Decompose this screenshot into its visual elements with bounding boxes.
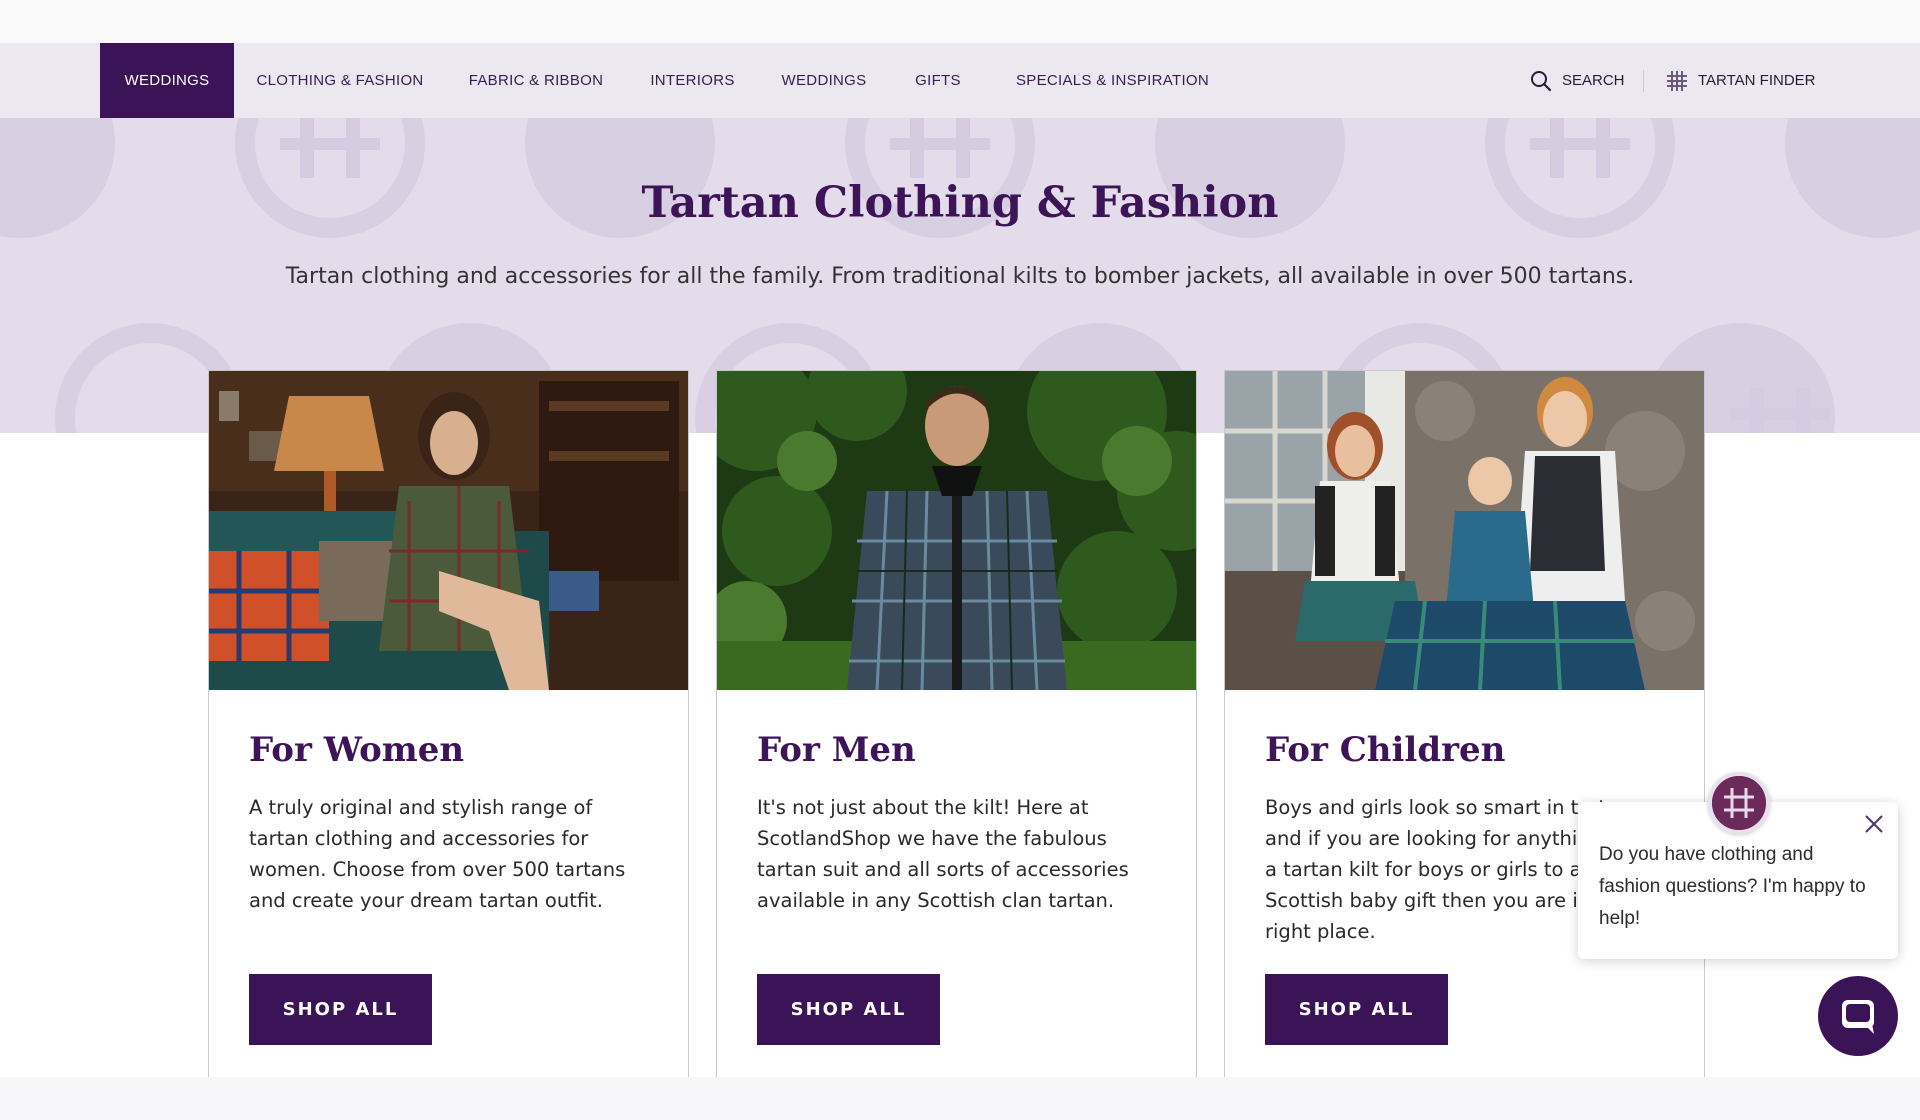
card-description: It's not just about the kilt! Here at Sc… xyxy=(757,796,1129,912)
tartan-finder-button[interactable]: TARTAN FINDER xyxy=(1666,43,1816,118)
chat-message: Do you have clothing and fashion questio… xyxy=(1599,844,1866,929)
search-icon xyxy=(1531,70,1552,91)
search-button[interactable]: SEARCH xyxy=(1530,43,1625,118)
tartan-finder-label: TARTAN FINDER xyxy=(1698,72,1816,89)
page-title: Tartan Clothing & Fashion xyxy=(641,178,1279,228)
nav-item-gifts[interactable]: GIFTS xyxy=(908,43,968,118)
shop-all-men-button[interactable]: SHOP ALL xyxy=(757,974,940,1045)
nav-item-weddings-active[interactable]: WEDDINGS xyxy=(100,43,234,118)
page-subtitle: Tartan clothing and accessories for all … xyxy=(285,264,1635,289)
chat-bubble-icon xyxy=(1842,1000,1874,1034)
tartan-grid-icon xyxy=(1667,70,1687,91)
chat-agent-avatar xyxy=(1708,772,1770,834)
search-label: SEARCH xyxy=(1562,72,1625,89)
card-title: For Women xyxy=(249,730,465,770)
chat-launcher-button[interactable] xyxy=(1818,976,1898,1056)
category-card-men: For Men It's not just about the kilt! He… xyxy=(716,370,1197,1077)
nav-divider xyxy=(1643,70,1644,92)
tartan-avatar-icon xyxy=(1712,776,1766,830)
card-title: For Children xyxy=(1265,730,1506,770)
nav-item-interiors[interactable]: INTERIORS xyxy=(645,43,740,118)
nav-item-fabric-ribbon[interactable]: FABRIC & RIBBON xyxy=(460,43,612,118)
shop-all-women-button[interactable]: SHOP ALL xyxy=(249,974,432,1045)
shop-all-children-button[interactable]: SHOP ALL xyxy=(1265,974,1448,1045)
nav-item-specials-inspiration[interactable]: SPECIALS & INSPIRATION xyxy=(1005,43,1220,118)
card-title: For Men xyxy=(757,730,916,770)
nav-item-weddings[interactable]: WEDDINGS xyxy=(775,43,873,118)
women-photo[interactable] xyxy=(209,371,688,690)
top-strip xyxy=(0,0,1920,43)
category-card-women: For Women A truly original and stylish r… xyxy=(208,370,689,1077)
nav-item-clothing-fashion[interactable]: CLOTHING & FASHION xyxy=(250,43,430,118)
main-navigation: WEDDINGS CLOTHING & FASHION FABRIC & RIB… xyxy=(0,43,1920,118)
bottom-strip xyxy=(0,1077,1920,1120)
category-card-children: For Children Boys and girls look so smar… xyxy=(1224,370,1705,1077)
close-icon[interactable] xyxy=(1862,812,1886,836)
men-photo[interactable] xyxy=(717,371,1196,690)
children-photo[interactable] xyxy=(1225,371,1704,690)
card-description: A truly original and stylish range of ta… xyxy=(249,796,626,912)
